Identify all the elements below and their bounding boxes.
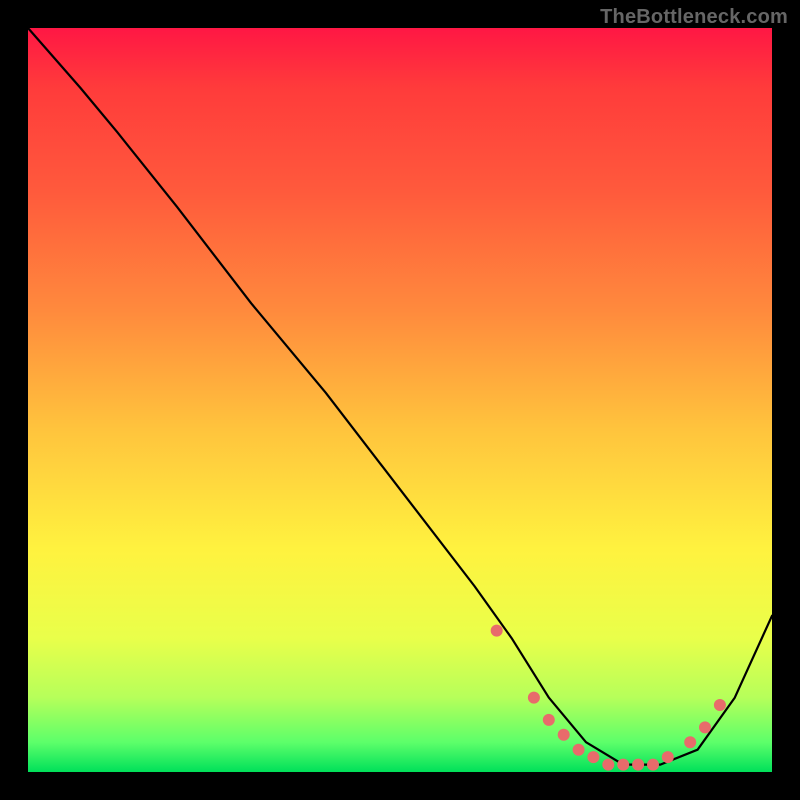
highlight-dot bbox=[714, 699, 726, 711]
highlight-dot bbox=[558, 729, 570, 741]
highlight-dot bbox=[602, 759, 614, 771]
watermark-label: TheBottleneck.com bbox=[600, 6, 788, 29]
highlight-dot bbox=[543, 714, 555, 726]
highlight-dot bbox=[617, 759, 629, 771]
highlight-dot bbox=[587, 751, 599, 763]
chart-frame: TheBottleneck.com bbox=[0, 0, 800, 800]
heatmap-gradient-background bbox=[28, 28, 772, 772]
highlight-dots-group bbox=[491, 625, 726, 771]
highlight-dot bbox=[662, 751, 674, 763]
highlight-dot bbox=[684, 736, 696, 748]
highlight-dot bbox=[632, 759, 644, 771]
highlight-dot bbox=[647, 759, 659, 771]
highlight-dot bbox=[528, 692, 540, 704]
highlight-dot bbox=[699, 721, 711, 733]
bottleneck-curve-svg bbox=[28, 28, 772, 772]
bottleneck-curve-path bbox=[28, 28, 772, 765]
highlight-dot bbox=[491, 625, 503, 637]
highlight-dot bbox=[573, 744, 585, 756]
